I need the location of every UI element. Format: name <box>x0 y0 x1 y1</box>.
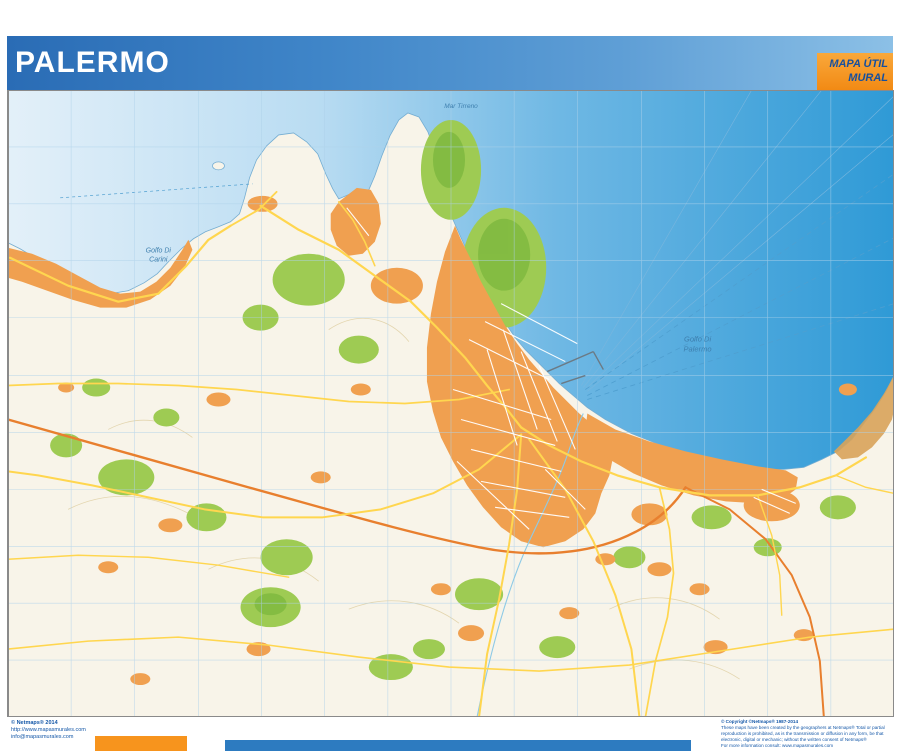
golfo-palermo-label-line2: Palermo <box>684 345 712 354</box>
mapa-util-badge: MAPA ÚTIL MURAL <box>817 53 893 90</box>
badge-line2: MURAL <box>848 72 888 85</box>
isola-delle-femmine <box>212 162 224 170</box>
copyright-line: For more information consult: www.mapasm… <box>721 743 891 749</box>
footer-blue-bar <box>225 740 691 751</box>
publisher-credits: © Netmaps® 2014 http://www.mapasmurales.… <box>11 720 86 741</box>
credit-line: http://www.mapasmurales.com <box>11 727 86 734</box>
mar-tirreno-label: Mar Tirreno <box>444 103 478 110</box>
badge-line1: MAPA ÚTIL <box>829 58 888 71</box>
copyright-line: electronic, digital or mechanic; without… <box>721 737 891 743</box>
golfo-palermo-label-line1: Golfo Di <box>684 335 711 344</box>
copyright-notice: © Copyright ©Netmaps® 1987-2014 These ma… <box>721 719 891 749</box>
header-bar: PALERMO MAPA ÚTIL MURAL <box>7 36 893 90</box>
map-canvas: Mar Tirreno Golfo Di Carini Golfo Di Pal… <box>8 90 894 717</box>
credit-line: info@mapasmurales.com <box>11 734 86 741</box>
credit-line: © Netmaps® 2014 <box>11 720 86 727</box>
footer: © Netmaps® 2014 http://www.mapasmurales.… <box>7 717 893 751</box>
map-poster-sheet: PALERMO MAPA ÚTIL MURAL <box>0 0 900 752</box>
golfo-carini-label-line2: Carini <box>149 257 168 264</box>
palermo-street-map: Mar Tirreno Golfo Di Carini Golfo Di Pal… <box>7 90 893 717</box>
golfo-carini-label-line1: Golfo Di <box>146 248 172 255</box>
page-title: PALERMO <box>7 36 893 90</box>
footer-orange-block <box>95 736 187 751</box>
